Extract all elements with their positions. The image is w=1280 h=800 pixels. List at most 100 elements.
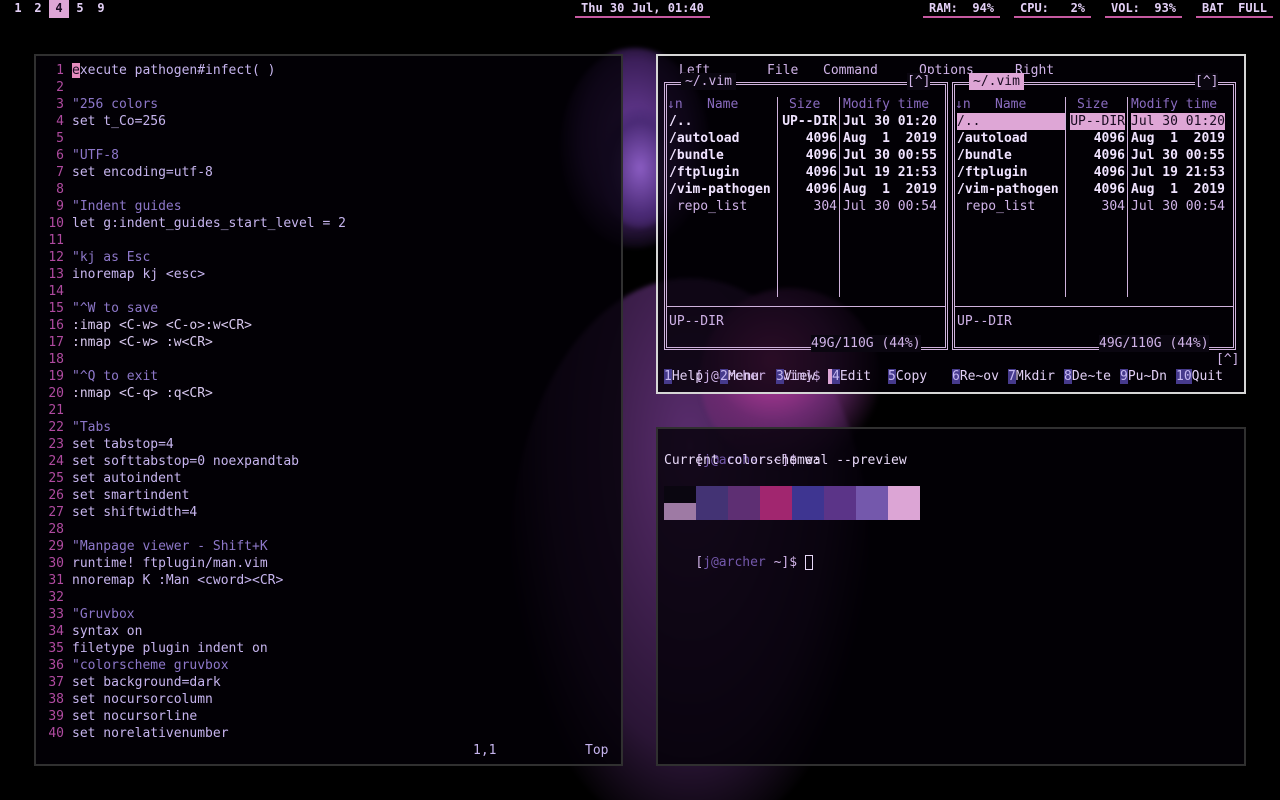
- vim-line[interactable]: 22 "Tabs: [36, 419, 621, 436]
- vim-line[interactable]: 3 "256 colors: [36, 96, 621, 113]
- vim-line[interactable]: 18: [36, 351, 621, 368]
- mc-file-row[interactable]: /autoload 4096 Aug 1 2019: [667, 130, 945, 147]
- terminal-line-prompt[interactable]: [j@archer ~]$: [664, 537, 813, 570]
- vim-line[interactable]: 29 "Manpage viewer - Shift+K: [36, 538, 621, 555]
- workspace-5[interactable]: 5: [70, 0, 90, 18]
- vim-line[interactable]: 5: [36, 130, 621, 147]
- mc-fkey-5[interactable]: 5Copy: [888, 368, 927, 385]
- vim-line[interactable]: 26 set smartindent: [36, 487, 621, 504]
- vim-line-text: :nmap <C-q> :q<CR>: [72, 386, 213, 401]
- mc-file-row[interactable]: /autoload 4096 Aug 1 2019: [955, 130, 1233, 147]
- mc-menu-command[interactable]: Command: [823, 62, 878, 79]
- mc-fkey-number: 9: [1120, 369, 1128, 384]
- mc-file-row[interactable]: /bundle 4096 Jul 30 00:55: [667, 147, 945, 164]
- vim-line[interactable]: 12 "kj as Esc: [36, 249, 621, 266]
- terminal-window[interactable]: [j@archer ~]$ wal --preview Current colo…: [656, 427, 1246, 766]
- mc-cmd-history[interactable]: [^]: [1216, 351, 1239, 368]
- vim-line[interactable]: 9 "Indent guides: [36, 198, 621, 215]
- mc-column-header[interactable]: Size: [1077, 96, 1108, 113]
- mc-menu-file[interactable]: File: [767, 62, 798, 79]
- vim-line[interactable]: 30 runtime! ftplugin/man.vim: [36, 555, 621, 572]
- vim-line[interactable]: 33 "Gruvbox: [36, 606, 621, 623]
- mc-panel-path[interactable]: ~/.vim: [681, 73, 736, 90]
- vim-window[interactable]: 1 execute pathogen#infect( ) 2 3 "256 colors…: [34, 54, 623, 766]
- mc-fkey-3[interactable]: 3View: [776, 368, 815, 385]
- mc-panel-history[interactable]: [^]: [907, 73, 931, 90]
- mc-panel-path[interactable]: ~/.vim: [969, 73, 1024, 90]
- vim-line[interactable]: 16:imap <C-w> <C-o>:w<CR>: [36, 317, 621, 334]
- mc-fkey-6[interactable]: 6Re~ov: [952, 368, 999, 385]
- line-number: 10: [48, 216, 64, 231]
- vim-line[interactable]: 21: [36, 402, 621, 419]
- vim-line[interactable]: 6 "UTF-8: [36, 147, 621, 164]
- vim-line[interactable]: 28: [36, 521, 621, 538]
- vim-line[interactable]: 17:nmap <C-w> :w<CR>: [36, 334, 621, 351]
- vim-line[interactable]: 38 set nocursorcolumn: [36, 691, 621, 708]
- vim-line[interactable]: 32: [36, 589, 621, 606]
- vim-line[interactable]: 10 let g:indent_guides_start_level = 2: [36, 215, 621, 232]
- workspace-1[interactable]: 1: [8, 0, 28, 18]
- vim-line[interactable]: 20:nmap <C-q> :q<CR>: [36, 385, 621, 402]
- vim-line[interactable]: 40 set norelativenumber: [36, 725, 621, 742]
- vim-line-text: "kj as Esc: [72, 250, 151, 265]
- mc-file-size: 4096: [1093, 131, 1125, 146]
- mc-column-header[interactable]: ↓n: [667, 96, 683, 113]
- mc-fkey-number: 1: [664, 369, 672, 384]
- mc-file-row[interactable]: /.. UP--DIR Jul 30 01:20: [955, 113, 1233, 130]
- vim-line[interactable]: 14: [36, 283, 621, 300]
- mc-fkey-9[interactable]: 9Pu~Dn: [1120, 368, 1167, 385]
- vim-line[interactable]: 11: [36, 232, 621, 249]
- vim-line[interactable]: 2: [36, 79, 621, 96]
- vim-line[interactable]: 1 execute pathogen#infect( ): [36, 62, 621, 79]
- vim-line[interactable]: 4 set t_Co=256: [36, 113, 621, 130]
- vim-line[interactable]: 35 filetype plugin indent on: [36, 640, 621, 657]
- mc-column-header[interactable]: Modify time: [1131, 96, 1217, 113]
- mc-file-row[interactable]: repo_list 304 Jul 30 00:54: [667, 198, 945, 215]
- mc-file-row[interactable]: /bundle 4096 Jul 30 00:55: [955, 147, 1233, 164]
- mc-fkey-2[interactable]: 2Menu: [720, 368, 759, 385]
- mc-panel-right[interactable]: ~/.vim [^] ↓n Name Size Modify time /.. UP--DIR…: [952, 73, 1236, 352]
- vim-line[interactable]: 39 set nocursorline: [36, 708, 621, 725]
- vim-line[interactable]: 31 nnoremap K :Man <cword><CR>: [36, 572, 621, 589]
- mc-column-header[interactable]: Size: [789, 96, 820, 113]
- mc-fkey-10[interactable]: 10Quit: [1176, 368, 1223, 385]
- vim-line[interactable]: 8: [36, 181, 621, 198]
- mc-file-row[interactable]: /.. UP--DIR Jul 30 01:20: [667, 113, 945, 130]
- mc-fkey-number: 4: [832, 369, 840, 384]
- mc-fkey-7[interactable]: 7Mkdir: [1008, 368, 1055, 385]
- mc-file-row[interactable]: /ftplugin 4096 Jul 19 21:53: [955, 164, 1233, 181]
- vim-line[interactable]: 7 set encoding=utf-8: [36, 164, 621, 181]
- vim-line[interactable]: 13 inoremap kj <esc>: [36, 266, 621, 283]
- workspace-2[interactable]: 2: [28, 0, 48, 18]
- vim-line[interactable]: 34 syntax on: [36, 623, 621, 640]
- mc-fkey-number: 5: [888, 369, 896, 384]
- mc-column-header[interactable]: Name: [707, 96, 738, 113]
- vim-line[interactable]: 25 set autoindent: [36, 470, 621, 487]
- workspace-4[interactable]: 4: [49, 0, 69, 18]
- line-number: 33: [48, 607, 64, 622]
- mc-column-header[interactable]: ↓n: [955, 96, 971, 113]
- workspace-9[interactable]: 9: [91, 0, 111, 18]
- vim-line[interactable]: 15 "^W to save: [36, 300, 621, 317]
- vim-line-text: nnoremap K :Man <cword><CR>: [72, 573, 284, 588]
- vim-line[interactable]: 36 "colorscheme gruvbox: [36, 657, 621, 674]
- mc-panel-left[interactable]: ~/.vim [^] ↓n Name Size Modify time /.. UP--DIR…: [664, 73, 948, 352]
- mc-column-header[interactable]: Modify time: [843, 96, 929, 113]
- vim-line[interactable]: 27 set shiftwidth=4: [36, 504, 621, 521]
- vim-line[interactable]: 19 "^Q to exit: [36, 368, 621, 385]
- mc-prompt[interactable]: [j@archer .vim]$: [664, 351, 837, 384]
- mc-fkey-4[interactable]: 4Edit: [832, 368, 871, 385]
- mc-file-row[interactable]: /vim-pathogen 4096 Aug 1 2019: [667, 181, 945, 198]
- mc-file-size: 4096: [1093, 165, 1125, 180]
- mc-fkey-8[interactable]: 8De~te: [1064, 368, 1111, 385]
- mc-file-row[interactable]: repo_list 304 Jul 30 00:54: [955, 198, 1233, 215]
- vim-line[interactable]: 24 set softtabstop=0 noexpandtab: [36, 453, 621, 470]
- vim-line[interactable]: 37 set background=dark: [36, 674, 621, 691]
- mc-column-header[interactable]: Name: [995, 96, 1026, 113]
- mc-file-row[interactable]: /vim-pathogen 4096 Aug 1 2019: [955, 181, 1233, 198]
- mc-panel-history[interactable]: [^]: [1195, 73, 1219, 90]
- mc-file-row[interactable]: /ftplugin 4096 Jul 19 21:53: [667, 164, 945, 181]
- vim-line[interactable]: 23 set tabstop=4: [36, 436, 621, 453]
- mc-fkey-1[interactable]: 1Help: [664, 368, 703, 385]
- mc-window[interactable]: Left File Command Options Right ~/.vim [^…: [656, 54, 1246, 394]
